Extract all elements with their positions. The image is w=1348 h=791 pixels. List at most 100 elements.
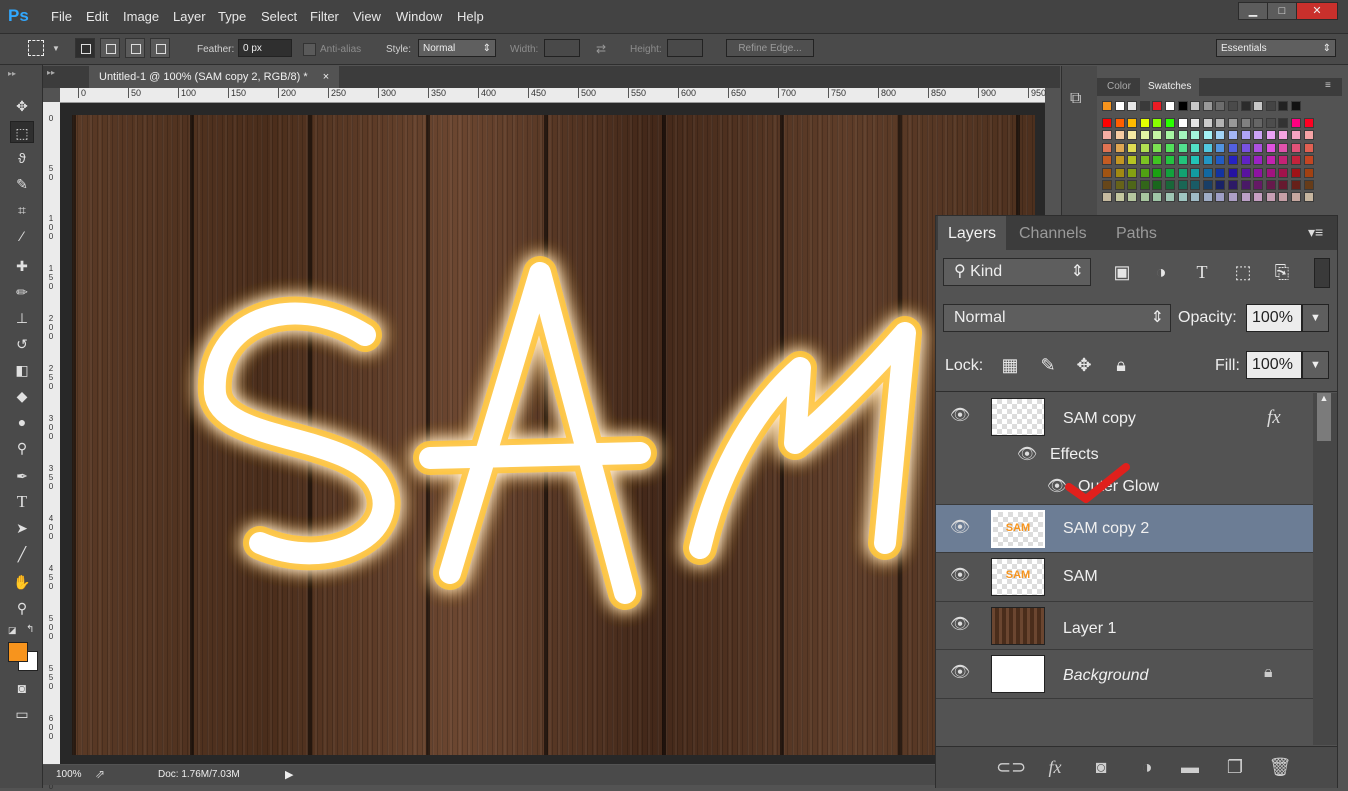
color-swatch[interactable]: [1114, 167, 1125, 178]
menu-window[interactable]: Window: [396, 9, 442, 24]
color-swatch[interactable]: [1303, 118, 1314, 128]
color-swatch[interactable]: [1240, 142, 1251, 153]
visibility-eye-icon[interactable]: 👁︎: [949, 408, 971, 424]
color-swatch[interactable]: [1215, 180, 1226, 190]
color-swatch[interactable]: [1165, 118, 1175, 128]
filter-adjustment-icon[interactable]: ◑: [1149, 260, 1173, 284]
color-swatch[interactable]: [1165, 155, 1175, 166]
anti-alias-checkbox[interactable]: [303, 43, 316, 56]
color-swatch[interactable]: [1102, 155, 1112, 166]
color-swatch[interactable]: [1127, 180, 1138, 190]
blend-mode-select[interactable]: Normal ⇕: [943, 304, 1171, 332]
layer-row-sam-copy[interactable]: 👁︎ SAM copy fx 👁︎ Effects 👁︎ Outer Glow: [936, 393, 1313, 505]
color-swatch[interactable]: [1291, 130, 1301, 141]
menu-edit[interactable]: Edit: [86, 9, 108, 24]
layer-row-sam[interactable]: 👁︎ SAM SAM: [936, 553, 1313, 602]
color-swatch[interactable]: [1240, 167, 1251, 178]
filter-type-icon[interactable]: T: [1190, 260, 1214, 284]
layers-scrollbar[interactable]: [1313, 393, 1337, 745]
visibility-eye-icon[interactable]: 👁︎: [949, 520, 971, 536]
color-swatch[interactable]: [1253, 101, 1264, 111]
zoom-level[interactable]: 100%: [56, 769, 82, 780]
fill-dropdown-icon[interactable]: ▼: [1302, 351, 1329, 379]
color-swatch[interactable]: [1190, 192, 1201, 203]
color-swatch[interactable]: [1114, 118, 1125, 128]
layers-scrollbar-thumb[interactable]: ▲: [1317, 393, 1331, 441]
color-swatch[interactable]: [1165, 130, 1175, 141]
dodge-tool-icon[interactable]: ⚲: [10, 437, 34, 459]
color-swatch[interactable]: [1215, 130, 1226, 141]
color-swatch[interactable]: [1278, 101, 1289, 111]
eraser-tool-icon[interactable]: ◧: [10, 359, 34, 381]
color-swatch[interactable]: [1265, 167, 1276, 178]
width-input[interactable]: [544, 39, 580, 57]
color-swatch[interactable]: [1202, 118, 1213, 128]
layers-panel-menu-icon[interactable]: ▾≡: [1308, 224, 1323, 241]
color-swatch[interactable]: [1190, 167, 1201, 178]
color-swatch[interactable]: [1152, 130, 1163, 141]
lasso-tool-icon[interactable]: ϑ: [10, 147, 34, 169]
color-swatch[interactable]: [1265, 192, 1276, 203]
color-swatch[interactable]: [1291, 142, 1301, 153]
new-layer-icon[interactable]: ❐: [1222, 755, 1248, 779]
color-swatch[interactable]: [1265, 142, 1276, 153]
color-swatch[interactable]: [1190, 142, 1201, 153]
add-layer-mask-icon[interactable]: ◙: [1088, 755, 1114, 779]
color-swatch[interactable]: [1152, 155, 1163, 166]
zoom-tool-icon[interactable]: ⚲: [10, 597, 34, 619]
blur-tool-icon[interactable]: ●: [10, 411, 34, 433]
color-swatch[interactable]: [1215, 142, 1226, 153]
color-swatch[interactable]: [1291, 180, 1301, 190]
eyedropper-tool-icon[interactable]: ⁄: [10, 225, 34, 247]
delete-layer-icon[interactable]: 🗑︎: [1267, 755, 1293, 779]
color-swatch[interactable]: [1278, 130, 1289, 141]
color-swatch[interactable]: [1152, 180, 1163, 190]
color-swatch[interactable]: [1190, 155, 1201, 166]
marquee-tool-preset-icon[interactable]: [28, 40, 44, 56]
color-swatch[interactable]: [1165, 192, 1175, 203]
color-swatch[interactable]: [1265, 118, 1276, 128]
properties-panel-icon[interactable]: ⧉: [1070, 90, 1090, 110]
color-swatch[interactable]: [1253, 167, 1264, 178]
color-swatch[interactable]: [1265, 101, 1276, 111]
new-group-icon[interactable]: ▬: [1177, 755, 1203, 779]
color-swatch[interactable]: [1114, 155, 1125, 166]
preset-dropdown-icon[interactable]: ▼: [52, 44, 60, 53]
document-tab[interactable]: Untitled-1 @ 100% (SAM copy 2, RGB/8) * …: [89, 66, 340, 88]
color-swatch[interactable]: [1165, 101, 1175, 111]
filter-toggle-switch[interactable]: [1314, 258, 1330, 288]
color-swatch[interactable]: [1114, 101, 1125, 111]
color-swatch[interactable]: [1139, 167, 1150, 178]
menu-view[interactable]: View: [353, 9, 381, 24]
color-swatch[interactable]: [1278, 192, 1289, 203]
color-swatch[interactable]: [1228, 130, 1238, 141]
opacity-dropdown-icon[interactable]: ▼: [1302, 304, 1329, 332]
color-swatch[interactable]: [1215, 167, 1226, 178]
color-swatch[interactable]: [1240, 101, 1251, 111]
color-swatch[interactable]: [1114, 180, 1125, 190]
opacity-input[interactable]: 100%: [1246, 304, 1302, 332]
color-swatch[interactable]: [1139, 101, 1150, 111]
color-swatch[interactable]: [1291, 155, 1301, 166]
fill-input[interactable]: 100%: [1246, 351, 1302, 379]
color-swatch[interactable]: [1265, 155, 1276, 166]
color-swatch[interactable]: [1139, 192, 1150, 203]
visibility-eye-icon[interactable]: 👁︎: [949, 617, 971, 633]
color-swatch[interactable]: [1165, 167, 1175, 178]
color-swatch[interactable]: [1253, 192, 1264, 203]
canvas-area[interactable]: [60, 103, 1045, 764]
color-swatch[interactable]: [1215, 192, 1226, 203]
color-swatch[interactable]: [1215, 101, 1226, 111]
pen-tool-icon[interactable]: ✒: [10, 465, 34, 487]
minimize-button[interactable]: ▁: [1238, 2, 1268, 20]
color-swatch[interactable]: [1303, 142, 1314, 153]
rectangular-marquee-tool-icon[interactable]: ⬚: [10, 121, 34, 143]
menu-type[interactable]: Type: [218, 9, 246, 24]
color-swatch[interactable]: [1127, 142, 1138, 153]
close-window-button[interactable]: ✕: [1296, 2, 1338, 20]
color-swatch[interactable]: [1303, 180, 1314, 190]
lock-image-pixels-icon[interactable]: ✎: [1036, 353, 1060, 377]
color-swatch[interactable]: [1202, 155, 1213, 166]
color-swatch[interactable]: [1139, 142, 1150, 153]
crop-tool-icon[interactable]: ⌗: [10, 199, 34, 221]
